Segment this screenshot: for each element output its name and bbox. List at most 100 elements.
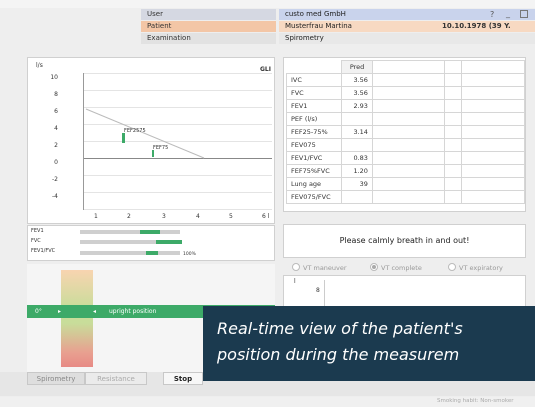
patient-label: Patient (141, 21, 276, 32)
param-pred (341, 190, 373, 204)
radio-icon (292, 263, 300, 271)
caption-overlay: Real-time view of the patient's position… (203, 306, 535, 381)
vt-complete-radio[interactable]: VT complete (370, 263, 422, 272)
user-value: custo med GmbH (279, 9, 535, 20)
param-pred (341, 138, 373, 152)
vt-maneuver-radio[interactable]: VT maneuver (292, 263, 347, 272)
y-tick: 6 (54, 108, 58, 115)
table-row: Lung age 39 (285, 177, 525, 191)
patient-dob: 10.10.1978 (39 Y. (442, 22, 511, 30)
table-row: FEF25-75% 3.14 (285, 125, 525, 139)
percent-label: 100% (183, 252, 196, 257)
bar-fill (156, 240, 182, 244)
table-row: FEV1/FVC 0.83 (285, 151, 525, 165)
fef2575-marker (122, 133, 125, 143)
bar-label: FEV1/FVC (31, 248, 56, 254)
y-tick: 2 (54, 142, 58, 149)
table-row: FEV1 2.93 (285, 99, 525, 113)
param-name: FEV075/FVC (285, 190, 343, 204)
minimize-button[interactable]: _ (506, 8, 510, 19)
table-header-row: Pred (286, 60, 525, 74)
param-name: FEF75%FVC (285, 164, 343, 178)
param-name: FEV075 (285, 138, 343, 152)
y-tick: 0 (54, 159, 58, 166)
param-pred: 3.14 (341, 125, 373, 139)
y-unit-label: l/s (36, 62, 43, 69)
y-tick: 4 (54, 125, 58, 132)
caption-line-2: position during the measurem (217, 345, 460, 364)
vt-complete-label: VT complete (381, 264, 422, 272)
param-name: FEF25-75% (285, 125, 343, 139)
param-pred (341, 112, 373, 126)
tab-resistance[interactable]: Resistance (85, 372, 147, 385)
comparison-bars: FEV1 FVC FEV1/FVC 100% (27, 225, 275, 261)
fef75-label: FEF75 (153, 145, 169, 151)
param-pred: 3.56 (341, 73, 373, 87)
status-text: Smoking habit: Non-smoker (437, 398, 514, 404)
y-tick: 8 (54, 91, 58, 98)
position-arrow-icon: ◂ (93, 308, 97, 315)
caption-line-1: Real-time view of the patient's (217, 319, 463, 338)
radio-icon (448, 263, 456, 271)
bar-track (80, 251, 180, 255)
parameters-table: Pred IVC 3.56 FVC 3.56 FEV1 2.93 PEF (l/s) … (285, 60, 525, 204)
top-strip (0, 0, 535, 8)
x-tick: 5 (229, 213, 233, 220)
position-text: upright position (109, 308, 157, 315)
radio-icon (370, 263, 378, 271)
exam-label: Examination (141, 33, 276, 44)
parameters-panel: Pred IVC 3.56 FVC 3.56 FEV1 2.93 PEF (l/s) … (283, 57, 526, 212)
position-arrow-icon: ▸ (58, 308, 62, 315)
table-row: PEF (l/s) (285, 112, 525, 126)
instruction-panel: Please calmly breath in and out! (283, 224, 526, 258)
vt-expiratory-radio[interactable]: VT expiratory (448, 263, 503, 272)
param-pred: 2.93 (341, 99, 373, 113)
x-tick: 3 (162, 213, 166, 220)
x-tick: 4 (196, 213, 200, 220)
plot-area: FEF2575 FEF75 (83, 73, 272, 210)
table-row: FEV075 (285, 138, 525, 152)
bar-label: FVC (31, 238, 41, 244)
user-label: User (141, 9, 276, 20)
param-name: FEV1 (285, 99, 343, 113)
bar-fill (146, 251, 158, 255)
position-angle: 0° (35, 308, 42, 315)
table-row: IVC 3.56 (285, 73, 525, 87)
param-name: FVC (285, 86, 343, 100)
param-pred: 1.20 (341, 164, 373, 178)
gli-label: GLI (260, 66, 271, 73)
window-control[interactable] (520, 10, 528, 18)
vt-y-unit: l (294, 278, 296, 285)
position-gradient (61, 270, 93, 367)
fef2575-label: FEF2575 (124, 128, 146, 134)
help-button[interactable]: ? (490, 9, 494, 20)
param-name: IVC (285, 73, 343, 87)
param-name: FEV1/FVC (285, 151, 343, 165)
y-tick: 10 (50, 74, 58, 81)
pred-header: Pred (341, 60, 373, 74)
vt-expiratory-label: VT expiratory (459, 264, 503, 272)
table-row: FEV075/FVC (285, 190, 525, 204)
param-pred: 39 (341, 177, 373, 191)
param-name: PEF (l/s) (285, 112, 343, 126)
y-tick: -4 (52, 193, 58, 200)
tab-spirometry[interactable]: Spirometry (27, 372, 85, 385)
flow-volume-chart: l/s GLI FEF2575 FEF75 10 8 6 4 2 0 -2 -4… (27, 57, 275, 224)
x-tick: 2 (127, 213, 131, 220)
table-row: FVC 3.56 (285, 86, 525, 100)
fef75-marker (152, 150, 154, 157)
instruction-text: Please calmly breath in and out! (339, 236, 470, 245)
bar-track (80, 230, 180, 234)
bar-fill (140, 230, 160, 234)
exam-value: Spirometry (279, 33, 535, 44)
bar-label: FEV1 (31, 228, 44, 234)
vt-y-tick: 8 (316, 287, 320, 294)
x-tick: 1 (94, 213, 98, 220)
vt-options: VT maneuver VT complete VT expiratory (283, 262, 526, 274)
param-name: Lung age (285, 177, 343, 191)
table-row: FEF75%FVC 1.20 (285, 164, 525, 178)
x-tick: 6 l (262, 213, 270, 220)
param-pred: 0.83 (341, 151, 373, 165)
stop-button[interactable]: Stop (163, 372, 203, 385)
y-tick: -2 (52, 176, 58, 183)
